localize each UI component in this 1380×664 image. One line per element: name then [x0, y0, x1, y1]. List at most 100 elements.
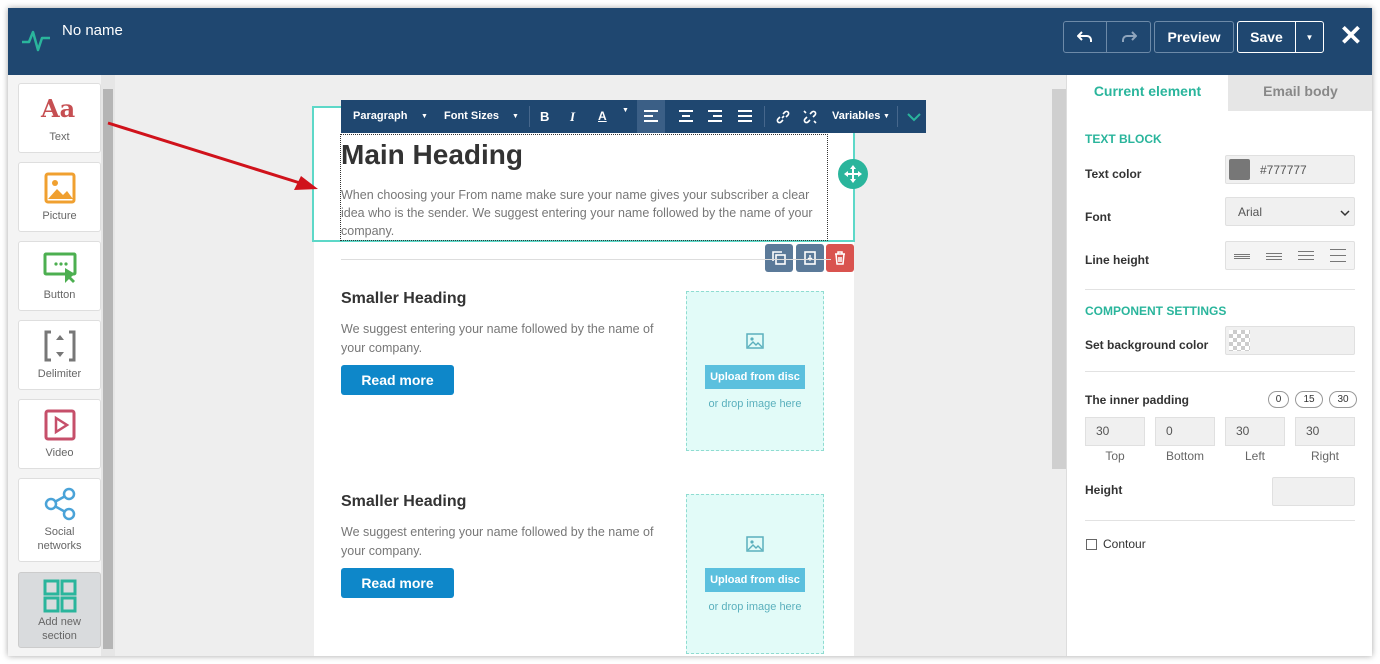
line-height-label: Line height — [1085, 253, 1149, 267]
main-heading[interactable]: Main Heading — [341, 139, 523, 171]
tool-button[interactable]: Button — [18, 241, 101, 311]
inner-padding-label: The inner padding — [1085, 393, 1189, 407]
align-right-button[interactable] — [701, 100, 729, 133]
font-label: Font — [1085, 210, 1111, 224]
height-input[interactable] — [1272, 477, 1355, 506]
top-bar: No name Preview Save ▼ ✕ — [8, 8, 1372, 75]
scrollbar-thumb[interactable] — [1052, 89, 1066, 469]
tool-add-new-section[interactable]: Add new section — [18, 572, 101, 648]
unlink-icon — [803, 110, 817, 124]
duplicate-block-button[interactable] — [765, 244, 793, 272]
padding-right-label: Right — [1310, 449, 1339, 463]
align-right-icon — [708, 110, 722, 122]
padding-right-input[interactable]: 30 — [1295, 417, 1355, 446]
section-divider — [1085, 289, 1355, 290]
card-text[interactable]: We suggest entering your name followed b… — [341, 523, 667, 561]
card-heading[interactable]: Smaller Heading — [341, 493, 466, 511]
component-settings-heading: COMPONENT SETTINGS — [1085, 304, 1227, 318]
move-handle[interactable] — [838, 159, 868, 189]
link-icon — [776, 110, 790, 124]
grid-icon — [43, 579, 77, 613]
redo-button[interactable] — [1107, 21, 1151, 53]
line-height-3-icon[interactable] — [1298, 250, 1314, 262]
bg-color-field[interactable] — [1225, 326, 1355, 355]
text-color-field[interactable]: #777777 — [1225, 155, 1355, 184]
scrollbar-thumb[interactable] — [103, 89, 113, 649]
upload-from-disc-button[interactable]: Upload from disc — [705, 365, 805, 389]
caret-down-icon: ▼ — [1305, 32, 1314, 42]
font-select[interactable]: Arial — [1225, 197, 1355, 226]
padding-left-label: Left — [1244, 449, 1265, 463]
height-label: Height — [1085, 483, 1123, 497]
tab-email-body[interactable]: Email body — [1228, 75, 1372, 111]
italic-button[interactable]: I — [570, 100, 575, 133]
image-dropzone[interactable]: Upload from disc or drop image here — [686, 494, 824, 654]
save-block-icon — [804, 251, 816, 265]
transparent-swatch[interactable] — [1229, 330, 1250, 351]
padding-bottom-input[interactable]: 0 — [1155, 417, 1215, 446]
tools-scrollbar[interactable] — [101, 75, 115, 656]
align-justify-icon — [738, 110, 752, 122]
redo-icon — [1121, 31, 1137, 42]
padding-top-input[interactable]: 30 — [1085, 417, 1145, 446]
padding-preset-30[interactable]: 30 — [1329, 391, 1357, 408]
caret-down-icon: ▼ — [622, 107, 629, 114]
tool-picture[interactable]: Picture — [18, 162, 101, 232]
card-text[interactable]: We suggest entering your name followed b… — [341, 320, 667, 358]
save-block-button[interactable] — [796, 244, 824, 272]
document-title[interactable]: No name — [62, 22, 123, 39]
line-height-4-icon[interactable] — [1330, 249, 1346, 263]
image-dropzone[interactable]: Upload from disc or drop image here — [686, 291, 824, 451]
bold-button[interactable]: B — [540, 100, 549, 133]
canvas-scrollbar[interactable] — [1052, 75, 1066, 656]
save-dropdown-button[interactable]: ▼ — [1295, 21, 1324, 53]
padding-preset-0[interactable]: 0 — [1268, 391, 1289, 408]
picture-icon — [44, 172, 76, 204]
video-icon — [44, 409, 76, 441]
tool-label: Delimiter — [37, 368, 82, 380]
line-height-options — [1225, 241, 1355, 270]
color-swatch[interactable] — [1229, 159, 1250, 180]
section-divider — [1085, 520, 1355, 521]
delete-block-button[interactable] — [826, 244, 854, 272]
preview-button[interactable]: Preview — [1154, 21, 1234, 53]
font-color-button[interactable]: A — [598, 100, 607, 133]
collapse-toolbar-button[interactable] — [904, 100, 924, 133]
line-height-2-icon[interactable] — [1266, 251, 1282, 261]
align-center-button[interactable] — [672, 100, 700, 133]
delimiter-icon — [44, 330, 76, 362]
tool-text[interactable]: Aa Text — [18, 83, 101, 153]
card-heading[interactable]: Smaller Heading — [341, 290, 466, 308]
tab-current-element[interactable]: Current element — [1067, 75, 1228, 111]
font-sizes-label: Font Sizes — [444, 110, 500, 122]
close-icon[interactable]: ✕ — [1338, 22, 1364, 50]
unlink-button[interactable] — [798, 100, 822, 133]
main-paragraph[interactable]: When choosing your From name make sure y… — [341, 186, 829, 240]
undo-button[interactable] — [1063, 21, 1107, 53]
read-more-button[interactable]: Read more — [341, 365, 454, 395]
settings-panel: Current element Email body TEXT BLOCK Te… — [1066, 75, 1372, 656]
upload-from-disc-button[interactable]: Upload from disc — [705, 568, 805, 592]
paragraph-select[interactable]: Paragraph — [353, 100, 407, 133]
read-more-button[interactable]: Read more — [341, 568, 454, 598]
font-sizes-select[interactable]: Font Sizes — [444, 100, 499, 133]
save-button[interactable]: Save — [1237, 21, 1296, 53]
padding-left-input[interactable]: 30 — [1225, 417, 1285, 446]
line-height-1-icon[interactable] — [1234, 251, 1250, 261]
share-icon — [44, 487, 76, 521]
align-left-button[interactable] — [637, 100, 665, 133]
toolbar-divider — [897, 106, 898, 127]
justify-button[interactable] — [731, 100, 759, 133]
padding-preset-15[interactable]: 15 — [1295, 391, 1323, 408]
align-left-icon — [644, 110, 658, 122]
tool-social-networks[interactable]: Social networks — [18, 478, 101, 562]
contour-checkbox[interactable] — [1086, 539, 1097, 550]
paragraph-label: Paragraph — [353, 110, 408, 122]
text-color-value: #777777 — [1260, 163, 1307, 177]
divider-line — [341, 259, 831, 260]
insert-link-button[interactable] — [771, 100, 795, 133]
tool-video[interactable]: Video — [18, 399, 101, 469]
variables-select[interactable]: Variables — [832, 100, 880, 133]
tool-delimiter[interactable]: Delimiter — [18, 320, 101, 390]
button-icon — [43, 252, 77, 283]
